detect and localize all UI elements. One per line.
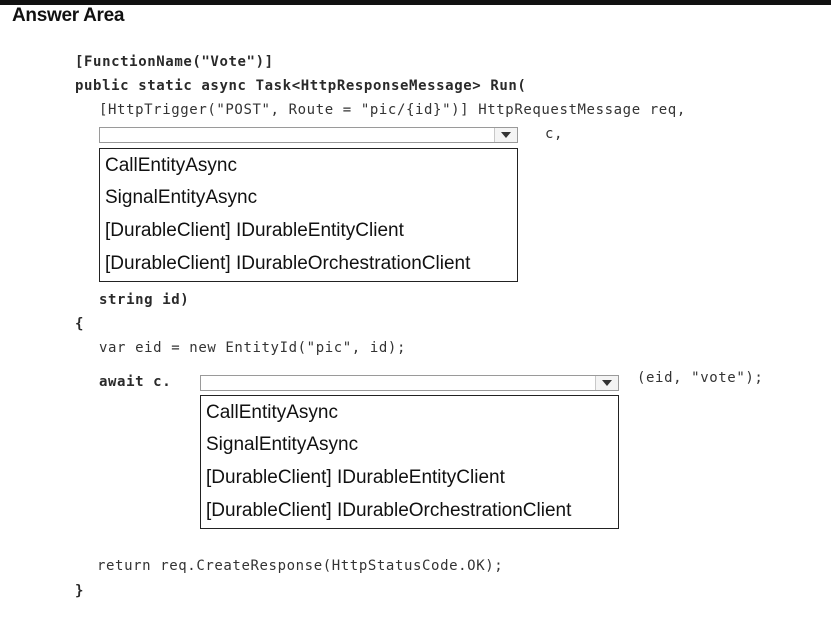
code-line-return: return req.CreateResponse(HttpStatusCode… (97, 558, 504, 574)
dropdown-client-parameter-options: CallEntityAsync SignalEntityAsync [Durab… (99, 148, 518, 282)
chevron-down-icon (501, 132, 511, 138)
dropdown-entity-method[interactable] (200, 375, 619, 391)
top-border-bar (0, 0, 831, 5)
option-durable-orchestration-client[interactable]: [DurableClient] IDurableOrchestrationCli… (201, 494, 618, 527)
option-call-entity-async[interactable]: CallEntityAsync (100, 149, 517, 181)
option-durable-entity-client[interactable]: [DurableClient] IDurableEntityClient (100, 214, 517, 247)
code-line-entity-id: var eid = new EntityId("pic", id); (99, 340, 406, 356)
code-line-function-name: [FunctionName("Vote")] (75, 54, 274, 70)
dropdown-entity-method-options: CallEntityAsync SignalEntityAsync [Durab… (200, 395, 619, 529)
chevron-down-icon (602, 380, 612, 386)
option-signal-entity-async[interactable]: SignalEntityAsync (201, 428, 618, 461)
code-line-await-suffix: (eid, "vote"); (637, 370, 764, 386)
option-signal-entity-async[interactable]: SignalEntityAsync (100, 181, 517, 214)
code-line-open-brace: { (75, 316, 85, 332)
code-line-http-trigger: [HttpTrigger("POST", Route = "pic/{id}")… (99, 102, 686, 118)
dropdown-toggle[interactable] (494, 128, 517, 142)
code-line-close-brace: } (75, 583, 85, 599)
dropdown-client-parameter[interactable] (99, 127, 518, 143)
code-line-await-prefix: await c. (99, 374, 172, 390)
option-durable-entity-client[interactable]: [DurableClient] IDurableEntityClient (201, 461, 618, 494)
code-line-string-id: string id) (99, 292, 190, 308)
dropdown-toggle[interactable] (595, 376, 618, 390)
code-line-signature: public static async Task<HttpResponseMes… (75, 78, 527, 94)
option-call-entity-async[interactable]: CallEntityAsync (201, 396, 618, 428)
option-durable-orchestration-client[interactable]: [DurableClient] IDurableOrchestrationCli… (100, 247, 517, 280)
code-line-client-param-suffix: c, (545, 126, 564, 142)
answer-area-heading: Answer Area (12, 5, 125, 26)
